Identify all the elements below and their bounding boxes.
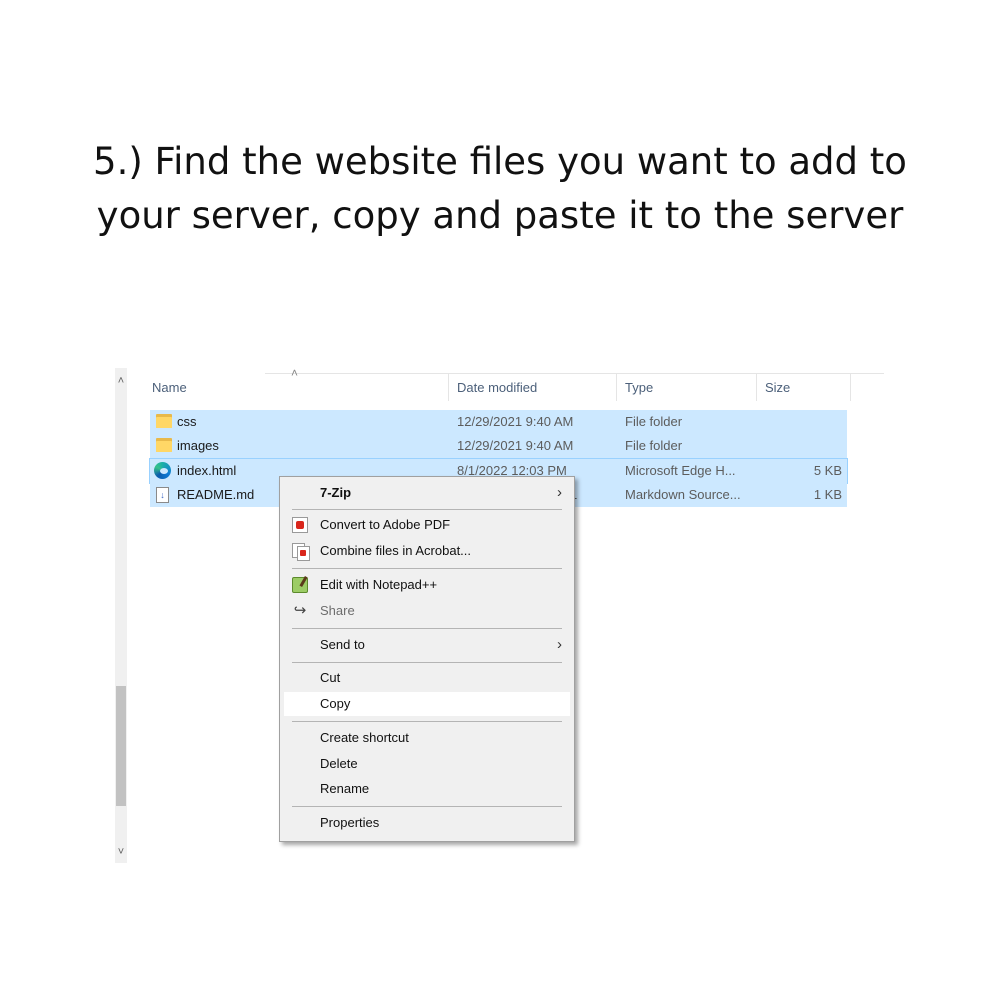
vertical-scrollbar[interactable]: ˄ ˅ xyxy=(115,368,127,863)
menu-item-label: Rename xyxy=(320,781,370,796)
menu-separator xyxy=(292,568,562,569)
column-divider[interactable] xyxy=(756,373,757,401)
chevron-right-icon: › xyxy=(557,636,562,653)
file-row-images[interactable]: images 12/29/2021 9:40 AM File folder xyxy=(150,434,847,458)
notepad-plus-plus-icon xyxy=(292,577,308,593)
file-name: css xyxy=(177,414,197,429)
file-size: 5 KB xyxy=(813,463,842,478)
menu-item-properties[interactable]: Properties xyxy=(284,811,570,835)
file-type: Markdown Source... xyxy=(625,487,741,502)
menu-item-label: Share xyxy=(320,603,355,618)
edge-icon xyxy=(154,462,171,479)
scrollbar-thumb[interactable] xyxy=(116,686,126,806)
menu-item-label: Combine files in Acrobat... xyxy=(320,543,472,558)
sort-ascending-icon: ˄ xyxy=(291,366,299,380)
file-size: 1 KB xyxy=(813,487,842,502)
menu-separator xyxy=(292,628,562,629)
menu-item-delete[interactable]: Delete xyxy=(284,752,570,776)
menu-item-label: Copy xyxy=(320,696,351,711)
menu-item-convert-pdf[interactable]: Convert to Adobe PDF xyxy=(284,513,570,537)
column-header-date-modified[interactable]: Date modified xyxy=(457,368,537,400)
menu-item-label: Cut xyxy=(320,670,341,685)
column-divider[interactable] xyxy=(616,373,617,401)
menu-item-label: Properties xyxy=(320,815,380,830)
menu-item-label: Convert to Adobe PDF xyxy=(320,517,451,532)
menu-item-label: Edit with Notepad++ xyxy=(320,577,438,592)
folder-icon xyxy=(156,414,172,428)
column-divider[interactable] xyxy=(850,373,851,401)
menu-item-7zip[interactable]: 7-Zip › xyxy=(284,481,570,505)
menu-item-label: Send to xyxy=(320,637,365,652)
menu-item-label: 7-Zip xyxy=(320,485,352,500)
instruction-heading: 5.) Find the website files you want to a… xyxy=(0,135,1000,243)
file-date: 12/29/2021 9:40 AM xyxy=(457,438,574,453)
scroll-down-arrow-icon[interactable]: ˅ xyxy=(115,845,127,859)
menu-item-create-shortcut[interactable]: Create shortcut xyxy=(284,726,570,750)
column-header-size[interactable]: Size xyxy=(765,368,790,400)
file-type: Microsoft Edge H... xyxy=(625,463,736,478)
file-name: README.md xyxy=(177,487,255,502)
context-menu: 7-Zip › Convert to Adobe PDF Combine fil… xyxy=(279,476,575,842)
menu-item-share[interactable]: ↪ Share xyxy=(284,599,570,623)
acrobat-combine-icon xyxy=(292,543,310,561)
menu-item-copy[interactable]: Copy xyxy=(284,692,570,716)
folder-icon xyxy=(156,438,172,452)
file-type: File folder xyxy=(625,438,683,453)
column-divider[interactable] xyxy=(448,373,449,401)
menu-separator xyxy=(292,806,562,807)
adobe-pdf-icon xyxy=(292,517,308,533)
column-header-type[interactable]: Type xyxy=(625,368,653,400)
file-row-css[interactable]: css 12/29/2021 9:40 AM File folder xyxy=(150,410,847,434)
markdown-file-icon: ↓ xyxy=(156,487,169,503)
heading-line-1: 5.) Find the website files you want to a… xyxy=(93,140,907,183)
menu-item-cut[interactable]: Cut xyxy=(284,666,570,690)
scroll-up-arrow-icon[interactable]: ˄ xyxy=(115,374,127,388)
file-name: index.html xyxy=(177,463,237,478)
file-name: images xyxy=(177,438,219,453)
menu-item-rename[interactable]: Rename xyxy=(284,777,570,801)
file-type: File folder xyxy=(625,414,683,429)
menu-item-send-to[interactable]: Send to › xyxy=(284,633,570,657)
column-header-name[interactable]: Name xyxy=(152,368,187,400)
menu-separator xyxy=(292,509,562,510)
chevron-right-icon: › xyxy=(557,484,562,501)
file-date: 12/29/2021 9:40 AM xyxy=(457,414,574,429)
heading-line-2: your server, copy and paste it to the se… xyxy=(96,194,904,237)
menu-item-label: Create shortcut xyxy=(320,730,409,745)
header-divider xyxy=(265,373,884,374)
menu-separator xyxy=(292,721,562,722)
menu-separator xyxy=(292,662,562,663)
share-icon: ↪ xyxy=(293,602,307,619)
menu-item-label: Delete xyxy=(320,756,358,771)
menu-item-notepad-plus-plus[interactable]: Edit with Notepad++ xyxy=(284,573,570,597)
menu-item-combine-acrobat[interactable]: Combine files in Acrobat... xyxy=(284,539,570,563)
